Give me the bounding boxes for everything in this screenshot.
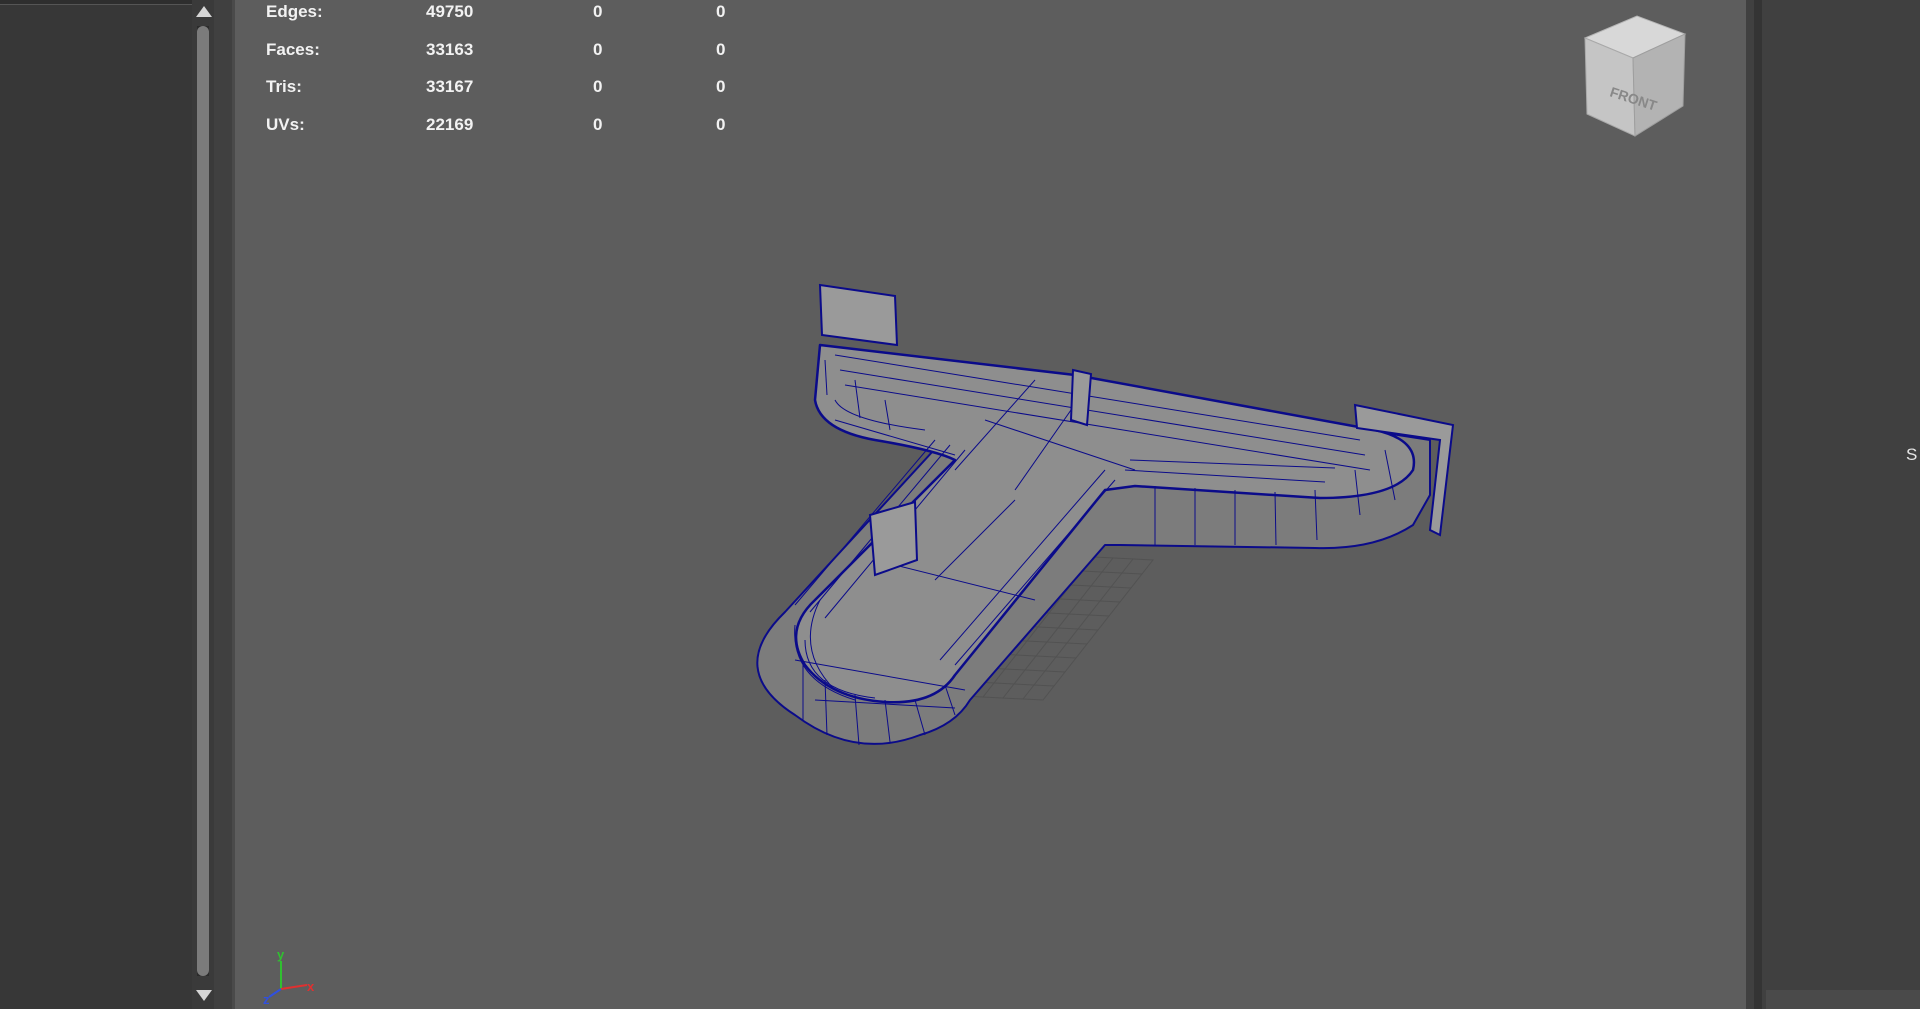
panel-gutter: [214, 0, 234, 1009]
view-cube-icon[interactable]: FRONT: [1565, 6, 1705, 146]
panel-bottom-strip: [1766, 990, 1920, 1009]
outliner-header-line: [0, 0, 195, 5]
attribute-panel: S: [1746, 0, 1920, 1009]
scrollbar-thumb[interactable]: [197, 26, 209, 976]
3d-viewport[interactable]: Edges: 49750 0 0 Faces: 33163 0 0 Tris: …: [232, 0, 1749, 1009]
mesh-wireframe[interactable]: [235, 0, 1749, 1009]
axis-y-label: y: [277, 947, 285, 962]
axis-z-line: [268, 988, 282, 998]
axis-x-label: x: [307, 979, 315, 994]
axis-z-label: z: [263, 992, 270, 1005]
triangle-up-icon[interactable]: [196, 6, 212, 17]
triangle-down-icon[interactable]: [196, 990, 212, 1001]
vertical-scrollbar[interactable]: [192, 0, 214, 1009]
panel-edge-text: S: [1906, 445, 1918, 464]
panel-splitter[interactable]: [1754, 0, 1762, 1009]
outliner-panel: [0, 0, 195, 1009]
axis-indicator-icon: y x z: [263, 947, 315, 1005]
axis-x-line: [280, 984, 308, 990]
